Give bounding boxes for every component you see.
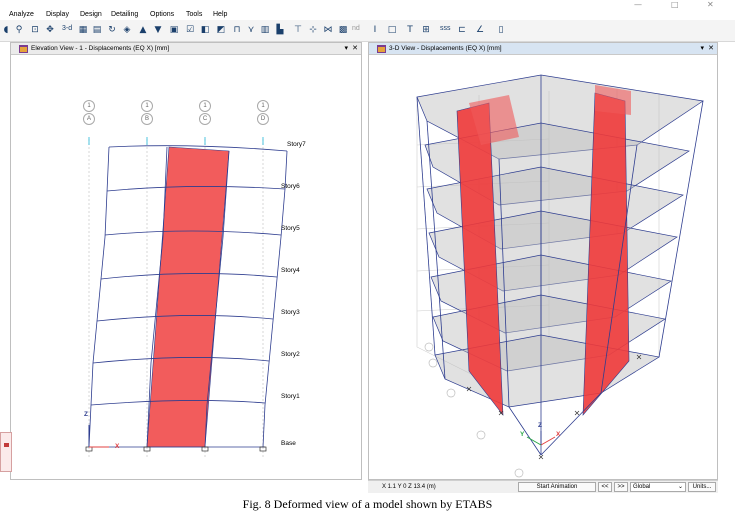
chevron-down-icon: ⌄ [677,483,683,490]
object-shrink-icon[interactable]: ▣ [168,24,180,36]
toolbar: ◖ ⚲ ⊡ ✥ 3-d ▦ ▤ ↻ ◈ ▲ ▼ ▣ ☑ ◧ ◩ ⊓ ⋎ ▥ ▙ … [0,20,735,42]
menu-design[interactable]: Design [80,11,102,18]
draw-slab-icon[interactable]: ⊏ [456,24,468,36]
move-up-icon[interactable]: ▲ [137,24,149,36]
three-d-view-title-bar[interactable]: 3-D View - Displacements (EQ X) [mm] ▾ ✕ [369,43,717,55]
units-button[interactable]: Units... [688,482,716,492]
start-animation-button[interactable]: Start Animation [518,482,596,492]
pin-icon[interactable]: ▾ [700,44,704,52]
elevation-view-icon [19,45,28,53]
set-display-icon[interactable]: ☑ [184,24,196,36]
reference-icon[interactable]: ▯ [495,24,507,36]
elevation-drawing[interactable] [11,55,361,479]
perspective-icon[interactable]: ◈ [121,24,133,36]
force-diagram-icon[interactable]: ▥ [259,24,271,36]
draw-brace-icon[interactable]: T [404,24,416,36]
story-label: Story2 [281,351,300,358]
deformed-shape-icon[interactable]: ⋎ [245,24,257,36]
z-axis-label: Z [538,422,542,429]
three-d-drawing[interactable] [369,55,717,479]
story-label: Story7 [287,141,306,148]
joint-icon[interactable]: ⊤ [292,24,304,36]
y-axis-label: Y [520,431,525,438]
story-label: Base [281,440,296,447]
undeformed-shape-icon[interactable]: ⊓ [231,24,243,36]
previous-button[interactable]: << [598,482,612,492]
link-icon[interactable]: ⋈ [322,24,334,36]
column-a[interactable] [88,146,110,448]
elevation-view-icon[interactable]: ▤ [91,24,103,36]
show-shell-icon[interactable]: ◩ [215,24,227,36]
display-options-icon[interactable]: ◧ [199,24,211,36]
story-label: Story4 [281,267,300,274]
zoom-out-icon[interactable]: ⚲ [13,24,25,36]
close-icon[interactable]: ✕ [707,0,714,9]
pane-close-icon[interactable]: ✕ [708,44,714,52]
zoom-window-icon[interactable]: ⊡ [29,24,41,36]
minimize-icon[interactable]: — [634,0,642,9]
pan-icon[interactable]: ✥ [44,24,56,36]
three-d-view-button[interactable]: 3-d [62,25,72,32]
next-button[interactable]: >> [614,482,628,492]
elevation-view-title: Elevation View - 1 - Displacements (EQ X… [31,45,170,52]
menu-options[interactable]: Options [150,11,174,18]
tab-marker-icon [4,443,9,447]
story-label: Story1 [281,393,300,400]
column-d[interactable] [262,150,288,448]
coordinate-system-select[interactable]: Global ⌄ [630,482,686,492]
plan-view-icon[interactable]: ▦ [77,24,89,36]
story-label: Story6 [281,183,300,190]
draw-wall-icon[interactable]: ⊞ [420,24,432,36]
pane-close-icon[interactable]: ✕ [352,44,358,52]
coordinates-readout: X 1.1 Y 0 Z 13.4 (m) [382,484,436,490]
coordinate-system-value: Global [633,484,651,490]
story-label: Story5 [281,225,300,232]
menu-detailing[interactable]: Detailing [111,11,138,18]
zoom-in-icon[interactable]: ◖ [0,24,12,36]
reaction-icon[interactable]: ▙ [274,24,286,36]
pin-icon[interactable]: ▾ [344,44,348,52]
menu-tools[interactable]: Tools [186,11,202,18]
elevation-view-pane[interactable]: Elevation View - 1 - Displacements (EQ X… [10,42,362,480]
story-label: Story3 [281,309,300,316]
three-d-view-icon [377,45,386,53]
three-d-view-title: 3-D View - Displacements (EQ X) [mm] [389,45,502,52]
draw-line-icon[interactable]: ∠ [474,24,486,36]
menu-analyze[interactable]: Analyze [9,11,34,18]
frame-icon[interactable]: ⊹ [307,24,319,36]
menu-bar: Analyze Display Design Detailing Options… [0,0,735,20]
rotate-icon[interactable]: ↻ [106,24,118,36]
draw-beam-icon[interactable]: □ [386,24,398,36]
status-bar: X 1.1 Y 0 Z 13.4 (m) Start Animation << … [368,480,718,493]
z-axis-label: Z [84,411,88,418]
nd-button[interactable]: nd [352,25,360,32]
sss-button[interactable]: sss [440,25,451,32]
menu-display[interactable]: Display [46,11,69,18]
three-d-view-pane[interactable]: 3-D View - Displacements (EQ X) [mm] ▾ ✕ [368,42,718,480]
x-axis-icon [540,436,556,446]
elevation-view-title-bar[interactable]: Elevation View - 1 - Displacements (EQ X… [11,43,361,55]
grid-display-icon[interactable]: ▩ [337,24,349,36]
shear-wall[interactable] [146,146,230,448]
draw-column-icon[interactable]: I [369,24,381,36]
maximize-icon[interactable]: □ [671,0,679,9]
figure-caption: Fig. 8 Deformed view of a model shown by… [242,497,493,511]
x-axis-label: X [115,443,120,450]
side-panel-tab[interactable] [0,432,12,472]
move-down-icon[interactable]: ▼ [152,24,164,36]
x-axis-label: X [556,431,561,438]
menu-help[interactable]: Help [213,11,227,18]
